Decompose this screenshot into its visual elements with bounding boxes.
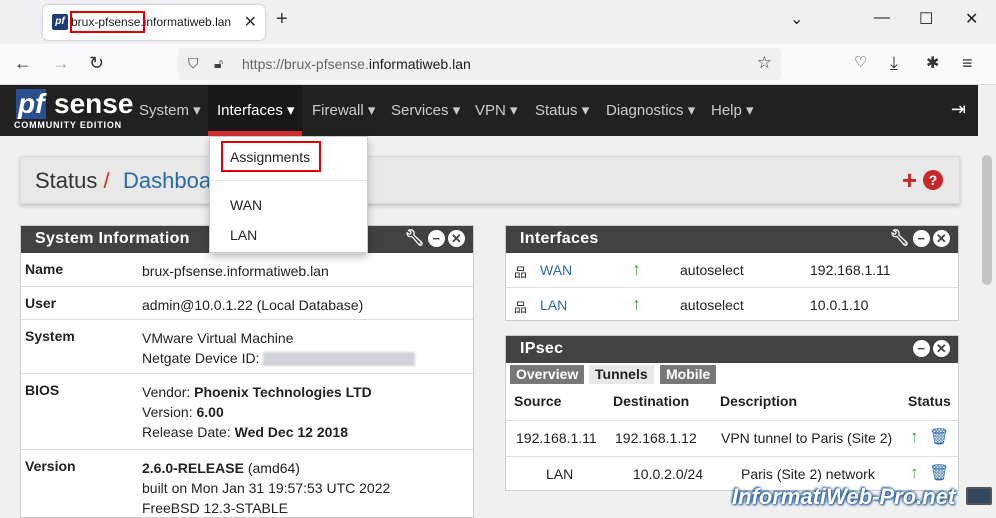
minimize-panel-icon[interactable]: − [913, 340, 930, 357]
delete-trash-icon[interactable]: 🗑︎ [929, 427, 949, 447]
interfaces-dropdown-menu: Assignments WAN LAN [209, 136, 368, 253]
system-information-panel: System Information 🔧︎ − ✕ Name brux-pfsens… [20, 225, 474, 518]
menu-services[interactable]: Services ▾ [391, 101, 460, 119]
tab-mobile[interactable]: Mobile [660, 365, 717, 384]
panel-title: System Information [35, 230, 190, 247]
menu-item-wan[interactable]: WAN [230, 197, 262, 213]
watermark: InformatiWeb-Pro.net [732, 484, 956, 509]
shield-icon[interactable]: ⛉ [188, 55, 199, 72]
network-icon: 品 [514, 300, 528, 315]
menu-firewall[interactable]: Firewall ▾ [312, 101, 375, 119]
breadcrumb-status: Status [35, 168, 98, 193]
minimize-panel-icon[interactable]: − [913, 230, 930, 247]
wrench-icon[interactable]: 🔧︎ [404, 230, 425, 247]
close-panel-icon[interactable]: ✕ [933, 340, 950, 357]
interface-link-wan[interactable]: WAN [540, 262, 572, 278]
menu-vpn[interactable]: VPN ▾ [475, 101, 518, 119]
sysinfo-row-system: System VMware Virtual Machine Netgate Dev… [21, 319, 473, 373]
delete-trash-icon[interactable]: 🗑︎ [929, 463, 949, 483]
new-tab-icon[interactable]: + [276, 8, 288, 31]
ipsec-panel: IPsec − ✕ Overview Tunnels Mobile Source … [505, 335, 959, 491]
menu-status[interactable]: Status ▾ [535, 101, 589, 119]
sysinfo-row-user: User admin@10.0.1.22 (Local Database) [21, 286, 473, 319]
extensions-icon[interactable]: ✱ [926, 53, 939, 73]
close-panel-icon[interactable]: ✕ [933, 230, 950, 247]
sysinfo-row-name: Name brux-pfsense.informatiweb.lan [25, 261, 329, 279]
add-widget-icon[interactable]: + [902, 165, 917, 196]
browser-tab[interactable]: pf brux-pfsense.informatiweb.lan ✕ [43, 5, 265, 40]
pocket-icon[interactable]: ♡ [854, 53, 867, 71]
logout-icon[interactable]: ⇥ [951, 99, 966, 120]
bookmark-star-icon[interactable]: ☆ [757, 53, 772, 73]
tab-title-highlight [70, 11, 145, 33]
wrench-icon[interactable]: 🔧︎ [889, 230, 910, 247]
network-icon: 品 [514, 265, 528, 280]
panel-title: IPsec [520, 340, 564, 357]
sysinfo-row-version: Version 2.6.0-RELEASE (amd64) built on M… [21, 449, 473, 518]
pfsense-navbar: pf sense COMMUNITY EDITION System ▾ Inte… [0, 85, 978, 136]
maximize-icon[interactable]: ☐ [919, 9, 933, 29]
browser-tab-bar: pf brux-pfsense.informatiweb.lan ✕ + ⌄ —… [0, 0, 996, 44]
interface-row-wan: 品 WAN ↑ autoselect 192.168.1.11 [514, 259, 891, 280]
pfsense-favicon-icon: pf [52, 14, 68, 30]
menu-interfaces[interactable]: Interfaces ▾ [217, 101, 295, 119]
forward-icon[interactable]: → [52, 53, 70, 74]
col-destination: Destination [613, 393, 690, 409]
help-icon[interactable]: ? [923, 170, 943, 190]
table-row: 192.168.1.11 192.168.1.12 VPN tunnel to … [506, 420, 958, 456]
url-text: https://brux-pfsense.informatiweb.lan [242, 56, 471, 72]
col-description: Description [720, 393, 798, 409]
col-status: Status [908, 393, 951, 409]
status-up-arrow-icon: ↑ [632, 259, 641, 279]
minimize-panel-icon[interactable]: − [428, 230, 445, 247]
pfsense-logo[interactable]: pf sense COMMUNITY EDITION [14, 89, 133, 133]
minimize-icon[interactable]: — [874, 9, 890, 27]
lock-warning-icon[interactable]: 🔓︎ [214, 55, 223, 72]
menu-system[interactable]: System ▾ [139, 101, 201, 119]
tab-tunnels[interactable]: Tunnels [589, 365, 654, 384]
interface-link-lan[interactable]: LAN [540, 297, 567, 313]
panel-title: Interfaces [520, 230, 599, 247]
menu-item-lan[interactable]: LAN [230, 227, 257, 243]
page-scrollbar[interactable] [978, 85, 996, 518]
back-icon[interactable]: ← [14, 53, 32, 74]
url-bar[interactable]: ⛉ 🔓︎ https://brux-pfsense.informatiweb.l… [178, 48, 781, 80]
dashboard-content: Status / Dashboard + ? System Informatio… [0, 136, 978, 518]
close-panel-icon[interactable]: ✕ [448, 230, 465, 247]
scrollbar-thumb[interactable] [982, 155, 992, 285]
tunnel-up-icon: ↑ [910, 463, 919, 482]
interfaces-panel: Interfaces 🔧︎ − ✕ 品 WAN ↑ autoselect 192.1… [505, 225, 959, 321]
laptop-logo-icon [966, 487, 992, 505]
col-source: Source [514, 393, 562, 409]
close-tab-icon[interactable]: ✕ [244, 12, 257, 32]
tab-list-chevron-icon[interactable]: ⌄ [790, 9, 803, 29]
ipsec-tabs: Overview Tunnels Mobile [506, 363, 958, 384]
download-icon[interactable]: ⤓ [890, 53, 898, 74]
breadcrumb: Status / Dashboard + ? [20, 156, 960, 204]
menu-item-assignments[interactable]: Assignments [230, 149, 310, 165]
status-up-arrow-icon: ↑ [632, 294, 641, 314]
reload-icon[interactable]: ↻ [89, 53, 104, 74]
tab-overview[interactable]: Overview [510, 365, 585, 384]
close-window-icon[interactable]: ✕ [965, 9, 978, 29]
menu-help[interactable]: Help ▾ [711, 101, 754, 119]
interface-row-lan: 品 LAN ↑ autoselect 10.0.1.10 [506, 287, 958, 321]
redacted-device-id [263, 352, 416, 367]
browser-nav-bar: ← → ↻ ⛉ 🔓︎ https://brux-pfsense.informat… [0, 44, 996, 85]
divider [210, 180, 367, 181]
menu-diagnostics[interactable]: Diagnostics ▾ [606, 101, 695, 119]
sysinfo-row-bios: BIOS Vendor: Phoenix Technologies LTD Ve… [21, 373, 473, 449]
tunnel-up-icon: ↑ [910, 427, 919, 446]
hamburger-menu-icon[interactable]: ≡ [962, 53, 973, 74]
